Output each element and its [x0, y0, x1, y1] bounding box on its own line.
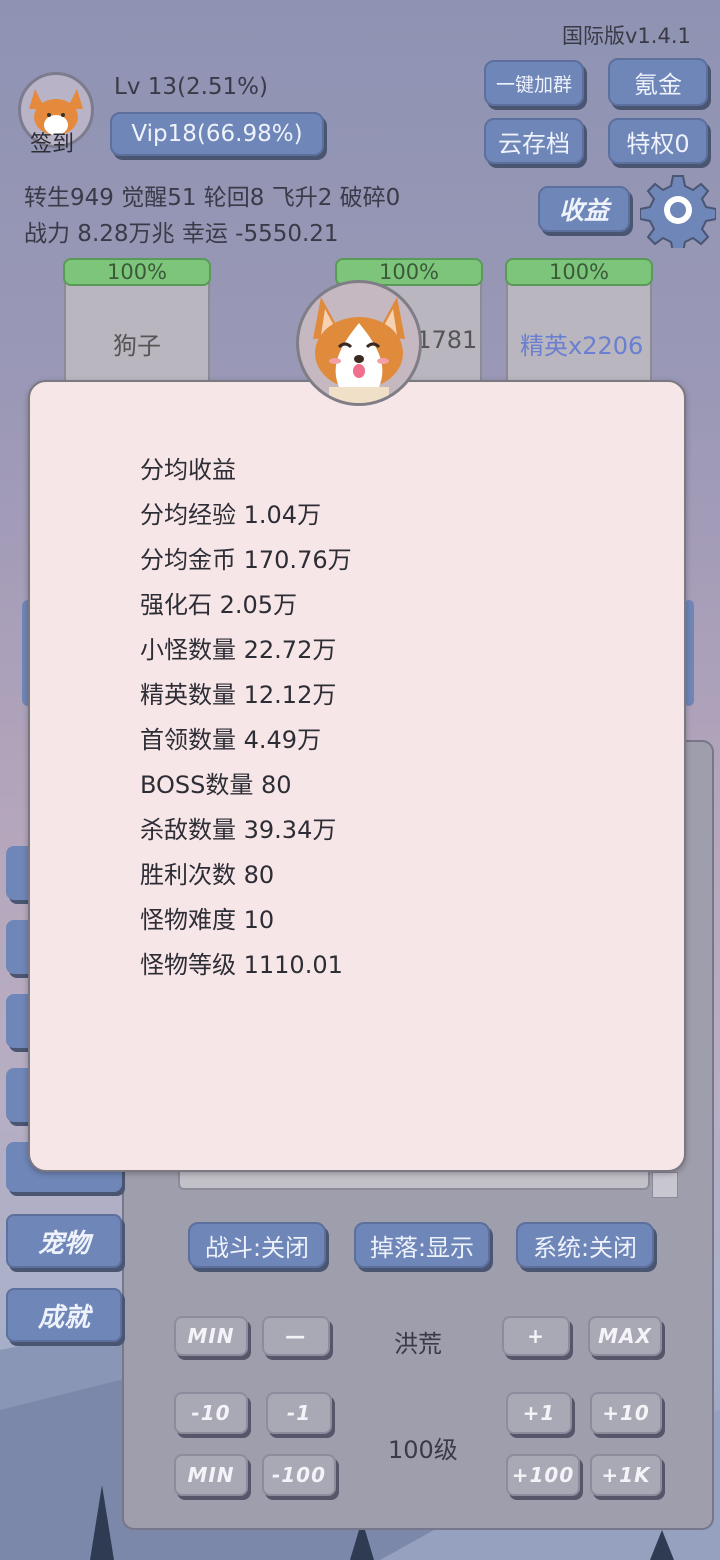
popup-line-0: 分均收益	[140, 456, 236, 484]
income-button[interactable]: 收益	[538, 186, 630, 232]
level-minus1-button[interactable]: -1	[266, 1392, 332, 1434]
level-plus10-button[interactable]: +10	[590, 1392, 662, 1434]
popup-line-7: BOSS数量 80	[140, 771, 292, 799]
popup-line-2: 分均金币 170.76万	[140, 546, 352, 574]
settings-gear-icon[interactable]	[639, 172, 717, 253]
popup-line-9: 胜利次数 80	[140, 861, 275, 889]
recharge-button[interactable]: 氪金	[608, 58, 708, 106]
log-scrollbar[interactable]	[652, 1172, 678, 1198]
enemy-label-3: 精英x2206	[520, 332, 644, 360]
income-popup	[28, 380, 686, 1172]
level-value-label: 100级	[388, 1436, 458, 1464]
popup-line-1: 分均经验 1.04万	[140, 501, 322, 529]
popup-line-4: 小怪数量 22.72万	[140, 636, 337, 664]
vip-button[interactable]: Vip18(66.98%)	[110, 112, 324, 156]
stats-line-2: 战力 8.28万兆 幸运 -5550.21	[24, 221, 339, 247]
level-minus10-button[interactable]: -10	[174, 1392, 248, 1434]
stats-line-1: 转生949 觉醒51 轮回8 飞升2 破碎0	[24, 185, 401, 211]
difficulty-min-button[interactable]: MIN	[174, 1316, 248, 1356]
achievement-button[interactable]: 成就	[6, 1288, 122, 1342]
popup-line-6: 首领数量 4.49万	[140, 726, 322, 754]
enemy-progress-1: 100%	[63, 258, 211, 286]
popup-line-3: 强化石 2.05万	[140, 591, 298, 619]
level-minus100-button[interactable]: -100	[262, 1454, 336, 1496]
enemy-label-1: 狗子	[113, 332, 161, 360]
checkin-label[interactable]: 签到	[30, 126, 74, 158]
version-label: 国际版v1.4.1	[562, 24, 691, 48]
difficulty-max-button[interactable]: MAX	[588, 1316, 662, 1356]
difficulty-plus-button[interactable]: +	[502, 1316, 570, 1356]
difficulty-label: 洪荒	[394, 1330, 442, 1358]
drop-toggle-button[interactable]: 掉落:显示	[354, 1222, 490, 1268]
popup-line-8: 杀敌数量 39.34万	[140, 816, 337, 844]
popup-line-5: 精英数量 12.12万	[140, 681, 337, 709]
difficulty-minus-button[interactable]: —	[262, 1316, 330, 1356]
cloud-save-button[interactable]: 云存档	[484, 118, 584, 164]
popup-line-10: 怪物难度 10	[140, 906, 275, 934]
enemy-progress-3: 100%	[505, 258, 653, 286]
privilege-button[interactable]: 特权0	[608, 118, 708, 164]
dog-mascot-icon	[296, 280, 422, 406]
popup-line-11: 怪物等级 1110.01	[140, 951, 343, 979]
battle-toggle-button[interactable]: 战斗:关闭	[188, 1222, 326, 1268]
level-plus100-button[interactable]: +100	[506, 1454, 580, 1496]
join-group-button[interactable]: 一键加群	[484, 60, 584, 106]
pet-button[interactable]: 宠物	[6, 1214, 122, 1268]
system-toggle-button[interactable]: 系统:关闭	[516, 1222, 654, 1268]
level-plus1-button[interactable]: +1	[506, 1392, 572, 1434]
level-min-button[interactable]: MIN	[174, 1454, 248, 1496]
level-plus1k-button[interactable]: +1K	[590, 1454, 662, 1496]
level-text: Lv 13(2.51%)	[114, 74, 269, 100]
